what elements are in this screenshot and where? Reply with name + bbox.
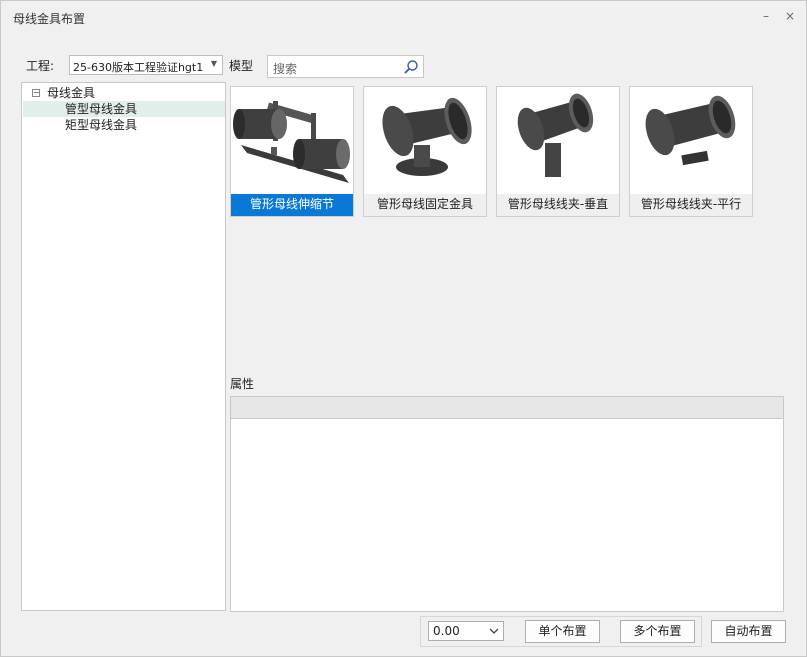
minimize-icon[interactable]: – [759,9,773,23]
value-select-text: 0.00 [433,624,460,638]
single-place-button[interactable]: 单个布置 [525,620,600,643]
chevron-down-icon: ▼ [210,59,217,68]
main-window: 母线金具布置 – × 工程: 25-630版本工程验证hgt1 ▼ − 母线金具… [0,0,807,657]
chevron-down-icon [489,628,499,634]
model-card-parallel-clamp[interactable]: 管形母线线夹-平行 [629,86,753,217]
model-label: 模型 [229,59,254,73]
project-select[interactable]: 25-630版本工程验证hgt1 ▼ [69,55,223,75]
model-caption: 管形母线固定金具 [364,194,486,216]
properties-grid[interactable] [230,396,784,612]
properties-label: 属性 [230,377,255,391]
vertical-clamp-icon [517,93,594,177]
model-card-fixed-fitting[interactable]: 管形母线固定金具 [363,86,487,217]
model-caption: 管形母线线夹-平行 [630,194,752,216]
auto-place-button[interactable]: 自动布置 [711,620,786,643]
expansion-joint-icon [233,101,350,183]
search-icon[interactable] [403,59,419,75]
multi-place-button[interactable]: 多个布置 [620,620,695,643]
project-label: 工程: [26,59,55,73]
window-title: 母线金具布置 [13,12,86,26]
fixed-fitting-icon [382,97,472,176]
close-icon[interactable]: × [783,9,797,23]
tree-root-label: 母线金具 [47,86,96,100]
tree-item-label: 管型母线金具 [65,102,138,116]
tree-root-item[interactable]: − 母线金具 [26,85,222,101]
properties-header [231,397,783,419]
model-card-vertical-clamp[interactable]: 管形母线线夹-垂直 [496,86,620,217]
model-card-expansion-joint[interactable]: 管形母线伸缩节 [230,86,354,217]
search-placeholder: 搜索 [273,62,298,76]
tree-item-tubular-fittings[interactable]: 管型母线金具 [23,101,225,117]
tree-item-label: 矩型母线金具 [65,118,138,132]
parallel-clamp-icon [645,95,736,166]
search-input[interactable]: 搜索 [267,55,424,78]
project-value: 25-630版本工程验证hgt1 [73,61,204,74]
tree-item-rectangular-fittings[interactable]: 矩型母线金具 [23,117,225,133]
value-select[interactable]: 0.00 [428,621,504,641]
collapse-icon[interactable]: − [32,89,40,97]
model-caption: 管形母线伸缩节 [231,194,353,216]
category-tree: − 母线金具 管型母线金具 矩型母线金具 [21,82,226,611]
model-caption: 管形母线线夹-垂直 [497,194,619,216]
title-bar: 母线金具布置 – × [1,1,806,33]
